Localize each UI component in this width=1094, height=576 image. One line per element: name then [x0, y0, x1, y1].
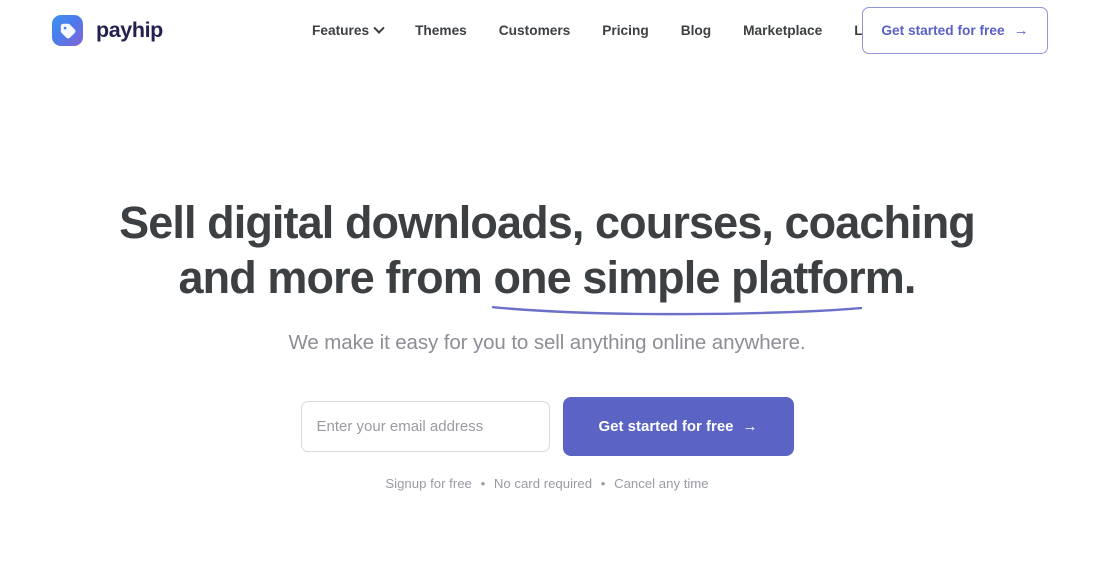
price-tag-heart-icon	[52, 15, 83, 46]
site-header: payhip Features Themes Customers Pricing…	[0, 0, 1094, 61]
nav-item-features[interactable]: Features	[312, 22, 385, 38]
brand-name: payhip	[96, 18, 163, 42]
hero-section: Sell digital downloads, courses, coachin…	[0, 61, 1094, 491]
arrow-right-icon: →	[742, 418, 758, 435]
nav-item-themes[interactable]: Themes	[415, 23, 467, 38]
fineprint-item-3: Cancel any time	[614, 476, 709, 491]
email-field[interactable]	[300, 401, 550, 452]
nav-item-customers[interactable]: Customers	[499, 23, 571, 38]
brand-logo[interactable]: payhip	[52, 15, 163, 46]
chevron-down-icon	[373, 22, 385, 34]
hero-get-started-button[interactable]: Get started for free →	[562, 397, 794, 456]
header-cta-label: Get started for free	[881, 23, 1005, 38]
header-get-started-button[interactable]: Get started for free →	[862, 7, 1048, 54]
main-navigation: Features Themes Customers Pricing Blog M…	[312, 22, 947, 38]
signup-fineprint: Signup for free • No card required • Can…	[0, 476, 1094, 491]
headline-line-2-suffix: .	[903, 252, 916, 303]
nav-item-label: Features	[312, 23, 370, 38]
headline-highlight: one simple platform	[492, 250, 905, 316]
nav-item-blog[interactable]: Blog	[681, 23, 711, 38]
bullet-separator-icon: •	[480, 476, 486, 491]
nav-item-pricing[interactable]: Pricing	[602, 23, 648, 38]
fineprint-item-2: No card required	[493, 476, 593, 491]
headline-highlight-text: one simple platform	[493, 252, 904, 303]
headline-line-2-prefix: and more from	[178, 252, 494, 303]
page-title: Sell digital downloads, courses, coachin…	[0, 195, 1094, 316]
headline-line-1: Sell digital downloads, courses, coachin…	[119, 197, 976, 248]
hero-subtitle: We make it easy for you to sell anything…	[288, 331, 806, 354]
hero-cta-label: Get started for free	[598, 418, 734, 435]
arrow-right-icon: →	[1013, 22, 1029, 39]
hand-drawn-underline-icon	[492, 306, 863, 316]
signup-form: Get started for free →	[0, 397, 1094, 456]
bullet-separator-icon: •	[600, 476, 606, 491]
fineprint-item-1: Signup for free	[385, 476, 472, 491]
nav-item-marketplace[interactable]: Marketplace	[743, 23, 822, 38]
